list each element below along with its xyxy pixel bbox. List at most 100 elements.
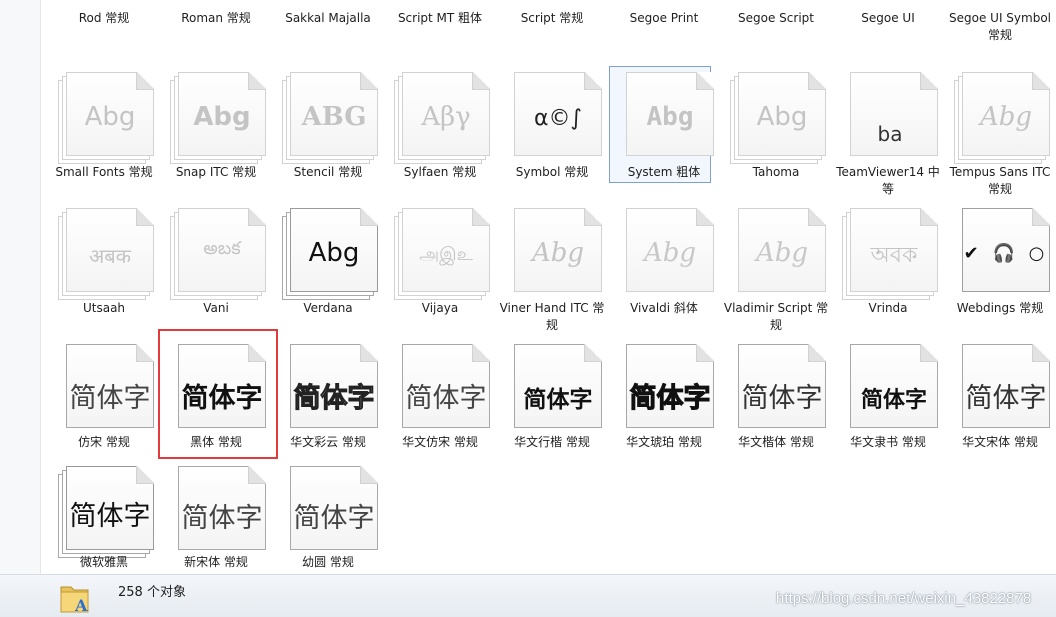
font-item-viner-hand[interactable]: Abg Viner Hand ITC 常规 [496,202,608,336]
font-preview: 简体字 [741,383,823,414]
font-item-teamviewer[interactable]: ba TeamViewer14 中等 [832,66,944,200]
font-file-icon: अबक [58,208,154,302]
font-item-vijaya[interactable]: அஇஉ Vijaya [384,202,496,336]
font-item-huawen-caiyun[interactable]: 简体字 华文彩云 常规 [272,338,384,458]
font-label: Script MT 粗体 [397,11,483,25]
font-item-huawen-kaiti[interactable]: 简体字 华文楷体 常规 [720,338,832,458]
font-file-icon: 简体字 [282,466,378,560]
font-item-tahoma[interactable]: Abg Tahoma [720,66,832,200]
font-item-small-fonts[interactable]: Abg Small Fonts 常规 [48,66,160,200]
font-label: Script 常规 [520,11,584,25]
font-file-icon: α©∫ [506,72,602,166]
font-preview: 简体字 [523,387,593,413]
font-label: Rod 常规 [78,11,130,25]
font-item-vani[interactable]: అబక Vani [160,202,272,336]
font-preview: 简体字 [405,383,487,414]
font-label: 华文仿宋 常规 [402,435,478,449]
font-item-microsoft-yahei[interactable]: 简体字 微软雅黑 [48,460,160,574]
font-file-icon: ba [842,72,938,166]
font-item-vladimir-script[interactable]: Abg Vladimir Script 常规 [720,202,832,336]
font-item-system-selected[interactable]: Abg System 粗体 [608,66,720,200]
item-count: 258 个对象 [118,585,186,600]
font-label: Sylfaen 常规 [403,165,477,179]
font-preview: Abg [756,102,808,132]
font-file-icon: அஇஉ [394,208,490,302]
font-item-huawen-fangsong[interactable]: 简体字 华文仿宋 常规 [384,338,496,458]
font-label: Roman 常规 [181,11,251,25]
font-label: 微软雅黑 [79,555,128,569]
font-file-icon: Abg [618,72,714,166]
font-item-huawen-hupo[interactable]: 简体字 华文琥珀 常规 [608,338,720,458]
font-preview: 简体字 [69,383,151,414]
font-label: Vani [203,301,229,315]
font-item-fangsong[interactable]: 简体字 仿宋 常规 [48,338,160,458]
font-item-verdana[interactable]: Abg Verdana [272,202,384,336]
font-preview: अबक [88,244,132,268]
font-file-icon: Abg [282,208,378,302]
font-item-sylfaen[interactable]: Aβγ Sylfaen 常规 [384,66,496,200]
font-label: TeamViewer14 中等 [836,165,940,196]
font-label: Vivaldi 斜体 [630,301,698,315]
font-label: Segoe Script [738,11,814,25]
font-label: Vrinda [868,301,908,315]
font-label: 华文楷体 常规 [738,435,814,449]
font-preview: அஇஉ [419,244,473,265]
font-label: 华文隶书 常规 [850,435,926,449]
font-item-vivaldi[interactable]: Abg Vivaldi 斜体 [608,202,720,336]
font-label: Small Fonts 常规 [55,165,153,179]
font-preview: ✔ 🎧 ○ [963,243,1049,264]
font-file-icon: 简体字 [954,344,1050,438]
font-label: Tahoma [752,165,800,179]
svg-text:A: A [74,596,88,615]
font-file-icon: Abg [730,72,826,166]
font-item-nsimsun[interactable]: 简体字 新宋体 常规 [160,460,272,574]
annotation-highlight-box [158,329,278,459]
font-preview: 简体字 [293,383,375,415]
font-label: Segoe Print [629,11,699,25]
font-label: Tempus Sans ITC 常规 [949,165,1051,196]
font-item-tempus-sans[interactable]: Abg Tempus Sans ITC 常规 [944,66,1056,200]
font-preview: 简体字 [860,387,927,413]
font-item-symbol[interactable]: α©∫ Symbol 常规 [496,66,608,200]
font-label: Vijaya [421,301,459,315]
font-label: Sakkal Majalla [285,11,371,25]
font-preview: α©∫ [534,106,582,131]
font-file-icon: Abg [730,208,826,302]
font-preview: అబక [203,238,241,259]
font-item-youyuan[interactable]: 简体字 幼圆 常规 [272,460,384,574]
font-file-icon: Abg [170,72,266,166]
font-preview: Abg [193,102,251,132]
font-preview: Aβγ [421,102,471,132]
font-file-icon: 简体字 [618,344,714,438]
font-item-vrinda[interactable]: অবক Vrinda [832,202,944,336]
font-file-icon: ✔ 🎧 ○ [954,208,1050,302]
font-preview: Abg [84,102,136,132]
font-item-huawen-lishu[interactable]: 简体字 华文隶书 常规 [832,338,944,458]
font-preview: Abg [979,102,1033,132]
font-label: 华文琥珀 常规 [626,435,702,449]
font-label: 仿宋 常规 [78,435,130,449]
font-item-snap-itc[interactable]: Abg Snap ITC 常规 [160,66,272,200]
font-item-utsaah[interactable]: अबक Utsaah [48,202,160,336]
font-item-huawen-xingkai[interactable]: 简体字 华文行楷 常规 [496,338,608,458]
font-file-icon: Abg [506,208,602,302]
font-preview: Abg [646,102,694,132]
font-preview: Abg [308,238,360,268]
font-label: 华文行楷 常规 [514,435,590,449]
status-bar: A 258 个对象 https://blog.csdn.net/weixin_4… [0,574,1056,617]
navigation-pane-edge [0,0,41,574]
font-file-icon: Aβγ [394,72,490,166]
font-label: Vladimir Script 常规 [723,301,829,332]
font-item-stencil[interactable]: ABG Stencil 常规 [272,66,384,200]
font-preview: 简体字 [69,501,151,532]
font-preview: 简体字 [181,503,263,534]
font-item-webdings[interactable]: ✔ 🎧 ○ Webdings 常规 [944,202,1056,336]
font-item-huawen-songti[interactable]: 简体字 华文宋体 常规 [944,338,1056,458]
font-file-icon: 简体字 [282,344,378,438]
font-preview: 简体字 [629,383,711,415]
font-label: Webdings 常规 [956,301,1044,315]
font-file-icon: ABG [282,72,378,166]
font-label: 幼圆 常规 [302,555,354,569]
font-label: Snap ITC 常规 [175,165,257,179]
font-file-icon: అబక [170,208,266,302]
